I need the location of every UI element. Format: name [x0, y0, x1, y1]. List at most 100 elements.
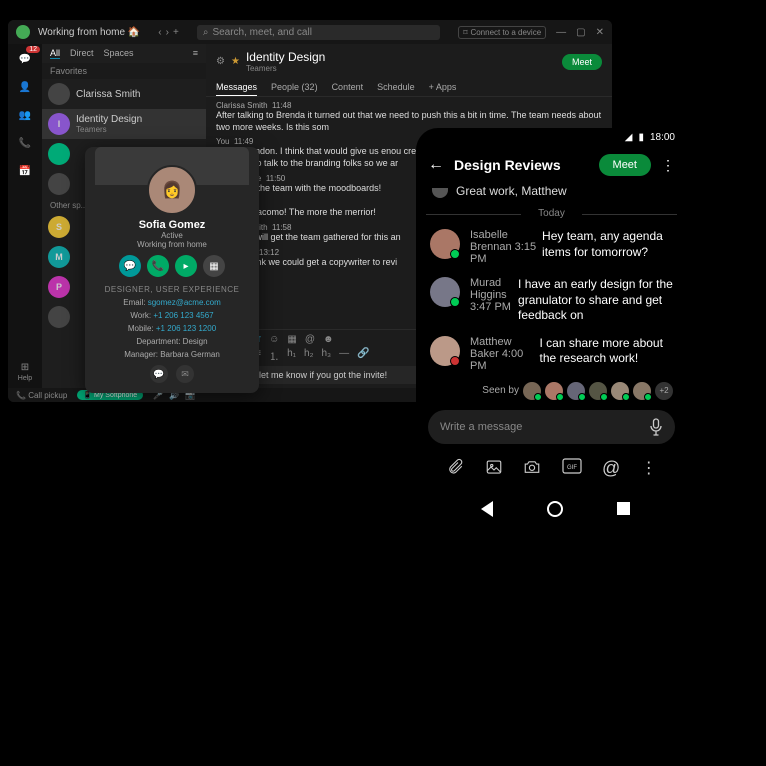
rail-calendar-icon[interactable]: 📅: [16, 162, 34, 180]
mic-icon[interactable]: [649, 418, 663, 436]
h3-icon[interactable]: h₃: [321, 348, 331, 363]
camera-icon[interactable]: [523, 458, 541, 479]
nav-recents-icon[interactable]: [617, 502, 630, 515]
favorite-star-icon[interactable]: ★: [231, 56, 240, 67]
rail-help[interactable]: ⊞ Help: [18, 362, 32, 382]
window-minimize-icon[interactable]: —: [556, 27, 566, 38]
seen-avatar: [545, 382, 563, 400]
seen-avatar: [567, 382, 585, 400]
tab-apps[interactable]: + Apps: [429, 79, 457, 96]
avatar: [48, 306, 70, 328]
avatar[interactable]: [430, 229, 460, 259]
rail-teams-icon[interactable]: 👥: [16, 106, 34, 124]
seen-avatar: [523, 382, 541, 400]
more-button[interactable]: ▦: [203, 255, 225, 277]
seen-avatar: [589, 382, 607, 400]
svg-text:GIF: GIF: [567, 465, 577, 471]
seen-avatar: [611, 382, 629, 400]
conversation-title[interactable]: Design Reviews: [454, 157, 589, 173]
mobile-message[interactable]: Matthew Baker 4:00 PM I can share more a…: [416, 330, 687, 378]
space-title: Identity Design: [246, 50, 325, 64]
settings-gear-icon[interactable]: ⚙: [216, 56, 225, 67]
tab-people[interactable]: People (32): [271, 79, 318, 96]
overflow-icon[interactable]: ⋮: [641, 458, 657, 479]
avatar: M: [48, 246, 70, 268]
window-controls: ⌑Connect to a device — ▢ ✕: [458, 26, 604, 39]
mobile-header: ← Design Reviews Meet ⋮: [416, 146, 687, 184]
window-close-icon[interactable]: ✕: [596, 27, 604, 38]
space-subtitle: Teamers: [246, 64, 325, 73]
nav-back-icon[interactable]: [473, 501, 493, 517]
avatar[interactable]: [430, 336, 460, 366]
message-input[interactable]: Write a message: [428, 410, 675, 444]
popover-chat-icon[interactable]: 💬: [150, 365, 168, 383]
h1-icon[interactable]: h₁: [287, 348, 296, 363]
tab-schedule[interactable]: Schedule: [377, 79, 415, 96]
call-pickup[interactable]: 📞 Call pickup: [16, 391, 67, 400]
nav-arrows: ‹ › +: [158, 27, 179, 38]
image-icon[interactable]: [485, 458, 503, 479]
nav-back-icon[interactable]: ‹: [158, 27, 161, 38]
sidebar-filter-icon[interactable]: ≡: [193, 48, 198, 59]
user-avatar-small[interactable]: [16, 25, 30, 39]
audio-call-button[interactable]: 📞: [147, 255, 169, 277]
presence-status[interactable]: Working from home 🏠: [38, 27, 140, 38]
sidebar-item-identity-design[interactable]: I Identity DesignTeamers: [42, 109, 206, 139]
rail-contacts-icon[interactable]: 👤: [16, 78, 34, 96]
contact-card-popover: 👩 Sofia Gomez Active Working from home 💬…: [85, 147, 259, 393]
contact-location: Working from home: [137, 240, 207, 249]
window-maximize-icon[interactable]: ▢: [576, 27, 585, 38]
contact-email: Email: sgomez@acme.com: [123, 298, 221, 307]
rail-messaging-icon[interactable]: 💬12: [16, 50, 34, 68]
tab-messages[interactable]: Messages: [216, 79, 257, 96]
gif-icon[interactable]: GIF: [562, 458, 582, 479]
avatar: [48, 83, 70, 105]
avatar: I: [48, 113, 70, 135]
numlist-icon[interactable]: ⒈: [269, 348, 279, 363]
emoji-icon[interactable]: ☺: [269, 334, 279, 345]
titlebar: Working from home 🏠 ‹ › + ⌕ Search, meet…: [8, 20, 612, 44]
nav-plus-icon[interactable]: +: [173, 27, 179, 38]
sidebar-item-clarissa[interactable]: Clarissa Smith: [42, 79, 206, 109]
mobile-message[interactable]: Murad Higgins 3:47 PM I have an early de…: [416, 271, 687, 330]
nav-home-icon[interactable]: [547, 501, 563, 517]
sidebar-tab-direct[interactable]: Direct: [70, 48, 94, 59]
mobile-message[interactable]: Isabelle Brennan 3:15 PM Hey team, any a…: [416, 223, 687, 271]
popover-mail-icon[interactable]: ✉: [176, 365, 194, 383]
search-input[interactable]: ⌕ Search, meet, and call: [197, 25, 441, 40]
connect-device-button[interactable]: ⌑Connect to a device: [458, 26, 546, 39]
mention-icon[interactable]: @: [305, 334, 315, 345]
sidebar-tab-spaces[interactable]: Spaces: [104, 48, 134, 59]
avatar: [432, 188, 448, 198]
seen-more[interactable]: +2: [655, 382, 673, 400]
video-call-button[interactable]: ▸: [175, 255, 197, 277]
bitmoji-icon[interactable]: ☻: [323, 334, 334, 345]
attach-icon[interactable]: [446, 458, 464, 479]
sidebar-tab-all[interactable]: All: [50, 48, 60, 59]
search-icon: ⌕: [203, 27, 209, 38]
meet-button[interactable]: Meet: [562, 54, 602, 70]
back-button[interactable]: ←: [428, 156, 444, 174]
meet-button[interactable]: Meet: [599, 154, 651, 176]
link-icon[interactable]: 🔗: [357, 348, 369, 363]
nav-forward-icon[interactable]: ›: [166, 27, 169, 38]
rail-calls-icon[interactable]: 📞: [16, 134, 34, 152]
tab-content[interactable]: Content: [332, 79, 364, 96]
message-button[interactable]: 💬: [119, 255, 141, 277]
contact-actions: 💬 📞 ▸ ▦: [119, 255, 225, 277]
h2-icon[interactable]: h₂: [304, 348, 313, 363]
signal-icon: ◢: [625, 132, 633, 143]
hr-icon[interactable]: ―: [339, 348, 349, 363]
gif-icon[interactable]: ▦: [287, 334, 296, 345]
seen-avatar: [633, 382, 651, 400]
mention-icon[interactable]: @: [602, 458, 620, 479]
avatar[interactable]: [430, 277, 460, 307]
contact-name: Sofia Gomez: [139, 219, 206, 231]
previous-message-tail: Great work, Matthew: [416, 184, 687, 204]
contact-role: DESIGNER, USER EXPERIENCE: [105, 285, 240, 294]
space-header: ⚙ ★ Identity Design Teamers Meet: [206, 44, 612, 79]
overflow-menu-icon[interactable]: ⋮: [661, 157, 675, 174]
left-rail: 💬12 👤 👥 📞 📅 ⊞ Help: [8, 44, 42, 388]
seen-by-row[interactable]: Seen by +2: [416, 378, 687, 406]
clock: 18:00: [650, 132, 675, 143]
